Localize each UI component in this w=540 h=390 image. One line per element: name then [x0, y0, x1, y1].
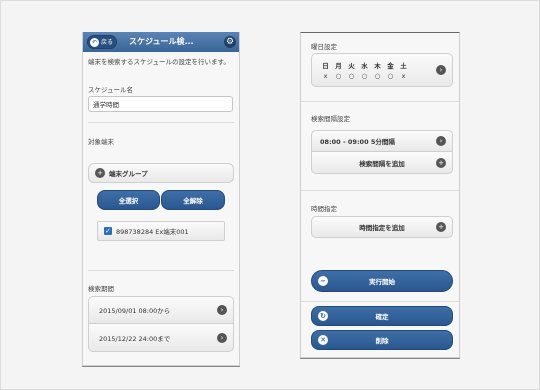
- weekday-selector[interactable]: 日月火水木金土 x ○ ○ ○ ○ ○ x ›: [311, 53, 453, 87]
- target-devices-label: 対象端末: [88, 138, 114, 146]
- schedule-search-panel: ↶ 戻る スケジュール検... ⚙ 端末を検索するスケジュールの設定を行います。 …: [82, 32, 240, 366]
- device-group-label: 端末グループ: [109, 170, 148, 178]
- back-arrow-icon: ↶: [90, 38, 99, 47]
- device-list-item[interactable]: ✓ 898738284 Ex端末001: [97, 221, 225, 241]
- day-mark-sat: x: [401, 72, 406, 80]
- page-title: スケジュール検...: [129, 37, 194, 46]
- start-execution-button[interactable]: − 実行開始: [311, 270, 453, 292]
- search-period-label: 検索期間: [88, 285, 114, 293]
- schedule-name-label: スケジュール名: [88, 86, 134, 94]
- add-interval-button[interactable]: 検索間隔を追加 +: [311, 152, 453, 174]
- back-button[interactable]: ↶ 戻る: [87, 35, 117, 49]
- select-all-label: 全選択: [118, 197, 139, 205]
- schedule-name-input[interactable]: 通学時間: [88, 96, 233, 112]
- back-label: 戻る: [101, 39, 114, 46]
- deselect-all-label: 全解除: [183, 197, 203, 205]
- day-thu: 木: [374, 62, 381, 70]
- gear-icon[interactable]: ⚙: [224, 36, 236, 48]
- divider: [88, 270, 234, 271]
- divider: [301, 190, 459, 191]
- day-mark-fri: ○: [387, 72, 394, 80]
- confirm-button[interactable]: ↻ 確定: [311, 306, 453, 326]
- header-bar: ↶ 戻る スケジュール検... ⚙: [83, 32, 239, 52]
- period-end-item[interactable]: 2015/12/22 24:00まで ›: [88, 324, 234, 352]
- day-wed: 水: [361, 62, 368, 70]
- period-start-item[interactable]: 2015/09/01 08:00から ›: [88, 296, 234, 324]
- time-spec-label: 時間指定: [311, 205, 337, 213]
- day-sat: 土: [400, 62, 407, 70]
- divider: [82, 366, 240, 367]
- divider: [301, 301, 459, 302]
- day-fri: 金: [387, 62, 394, 70]
- device-group-button[interactable]: + 端末グループ: [88, 163, 234, 183]
- day-mark-tue: ○: [348, 72, 355, 80]
- divider: [88, 122, 234, 123]
- plus-icon: +: [95, 168, 105, 178]
- device-item-label: 898738284 Ex端末001: [116, 228, 189, 236]
- period-end-value: 2015/12/22 24:00まで: [99, 334, 171, 343]
- period-start-value: 2015/09/01 08:00から: [99, 307, 171, 315]
- divider: [301, 101, 459, 102]
- interval-label: 検索間隔設定: [311, 115, 350, 123]
- schedule-settings-panel: 曜日設定 日月火水木金土 x ○ ○ ○ ○ ○ x › 検索間隔設定 08:00 - 09…: [300, 32, 460, 358]
- divider: [300, 358, 460, 359]
- day-mark-wed: ○: [361, 72, 368, 80]
- day-mark-mon: ○: [335, 72, 342, 80]
- day-tue: 火: [348, 62, 355, 70]
- select-all-button[interactable]: 全選択: [97, 190, 160, 210]
- day-mon: 月: [335, 62, 342, 70]
- weekday-label: 曜日設定: [311, 43, 337, 51]
- interval-item[interactable]: 08:00 - 09:00 5分間隔 ›: [311, 130, 453, 152]
- chevron-right-icon: ›: [436, 65, 446, 75]
- delete-label: 削除: [375, 337, 389, 345]
- day-mark-thu: ○: [374, 72, 381, 80]
- delete-button[interactable]: ✕ 削除: [311, 330, 453, 350]
- chevron-right-icon: ›: [217, 305, 227, 315]
- deselect-all-button[interactable]: 全解除: [161, 190, 225, 210]
- description-text: 端末を検索するスケジュールの設定を行います。: [88, 58, 230, 66]
- plus-icon: +: [436, 157, 446, 168]
- chevron-right-icon: ›: [436, 136, 446, 146]
- day-mark-sun: x: [323, 72, 328, 80]
- day-sun: 日: [322, 62, 329, 70]
- plus-icon: +: [436, 222, 446, 232]
- confirm-label: 確定: [375, 313, 389, 321]
- interval-value: 08:00 - 09:00 5分間隔: [320, 138, 395, 146]
- add-interval-label: 検索間隔を追加: [359, 159, 405, 168]
- add-time-button[interactable]: 時間指定を追加 +: [311, 216, 453, 238]
- add-time-label: 時間指定を追加: [359, 224, 405, 232]
- day-marks-row: x ○ ○ ○ ○ ○ x: [319, 72, 410, 80]
- chevron-right-icon: ›: [217, 332, 227, 343]
- start-execution-label: 実行開始: [369, 278, 395, 286]
- checkbox-checked-icon[interactable]: ✓: [104, 227, 112, 235]
- day-names-row: 日月火水木金土: [319, 60, 410, 70]
